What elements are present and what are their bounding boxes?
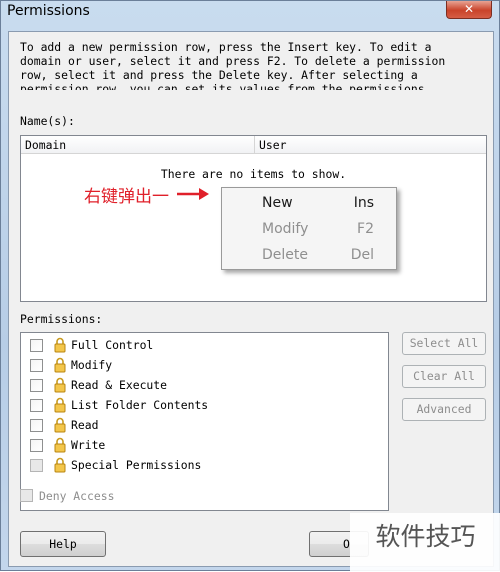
permissions-label: Permissions: [20, 312, 103, 326]
permission-checkbox[interactable] [30, 399, 43, 412]
annotation-text: 右键弹出一 [84, 187, 169, 207]
lock-icon [54, 437, 66, 453]
permission-checkbox[interactable] [30, 419, 43, 432]
permission-row[interactable]: Read [30, 416, 380, 434]
close-button[interactable]: ✕ [446, 1, 492, 19]
permission-label: List Folder Contents [71, 398, 209, 412]
advanced-button[interactable]: Advanced [402, 398, 486, 421]
permission-label: Modify [71, 358, 113, 372]
lock-icon [54, 357, 66, 373]
deny-access-checkbox[interactable] [20, 489, 33, 502]
permission-row[interactable]: Special Permissions [30, 456, 380, 474]
permission-checkbox[interactable] [30, 459, 43, 472]
permission-label: Special Permissions [71, 458, 202, 472]
arrow-right-icon [177, 188, 209, 200]
lock-icon [54, 457, 66, 473]
column-separator[interactable] [254, 136, 255, 154]
permission-label: Full Control [71, 338, 154, 352]
permission-row[interactable]: Read & Execute [30, 376, 380, 394]
permission-label: Write [71, 438, 106, 452]
menu-item-shortcut: Del [350, 247, 374, 263]
title-bar[interactable]: Permissions ✕ [1, 1, 499, 27]
permission-label: Read [71, 418, 99, 432]
context-menu-item-modify[interactable]: Modify F2 [222, 218, 396, 242]
column-domain[interactable]: Domain [25, 138, 66, 152]
context-menu-item-new[interactable]: New Ins [222, 192, 396, 216]
permissions-list[interactable]: Full Control Modify Read & Execute List … [20, 332, 389, 511]
menu-item-label: Modify [262, 221, 309, 237]
menu-item-shortcut: Ins [353, 195, 374, 211]
watermark-text: 软件技巧 [350, 513, 500, 572]
listview-header: Domain User [21, 136, 486, 154]
lock-icon [54, 337, 66, 353]
permission-row[interactable]: Full Control [30, 336, 380, 354]
deny-access-label: Deny Access [39, 489, 115, 503]
lock-icon [54, 377, 66, 393]
menu-item-label: Delete [262, 247, 308, 263]
permission-checkbox[interactable] [30, 439, 43, 452]
permission-row[interactable]: List Folder Contents [30, 396, 380, 414]
context-menu-item-delete[interactable]: Delete Del [222, 244, 396, 268]
clear-all-button[interactable]: Clear All [402, 365, 486, 388]
select-all-button[interactable]: Select All [402, 332, 486, 355]
permission-row[interactable]: Modify [30, 356, 380, 374]
lock-icon [54, 417, 66, 433]
empty-list-text: There are no items to show. [160, 167, 347, 181]
permission-checkbox[interactable] [30, 379, 43, 392]
column-user[interactable]: User [259, 138, 286, 152]
context-menu: New Ins Modify F2 Delete Del [221, 187, 397, 270]
permissions-window: Permissions ✕ To add a new permission ro… [0, 0, 500, 572]
permission-checkbox[interactable] [30, 359, 43, 372]
permission-label: Read & Execute [71, 378, 168, 392]
permission-row[interactable]: Write [30, 436, 380, 454]
menu-item-label: New [262, 195, 293, 211]
help-button[interactable]: Help [20, 531, 106, 557]
instructions-text: To add a new permission row, press the I… [20, 40, 446, 90]
lock-icon [54, 397, 66, 413]
window-title: Permissions [7, 3, 90, 19]
names-label: Name(s): [20, 114, 75, 128]
dialog-body: To add a new permission row, press the I… [8, 31, 494, 567]
permission-checkbox[interactable] [30, 339, 43, 352]
menu-item-shortcut: F2 [357, 221, 374, 237]
